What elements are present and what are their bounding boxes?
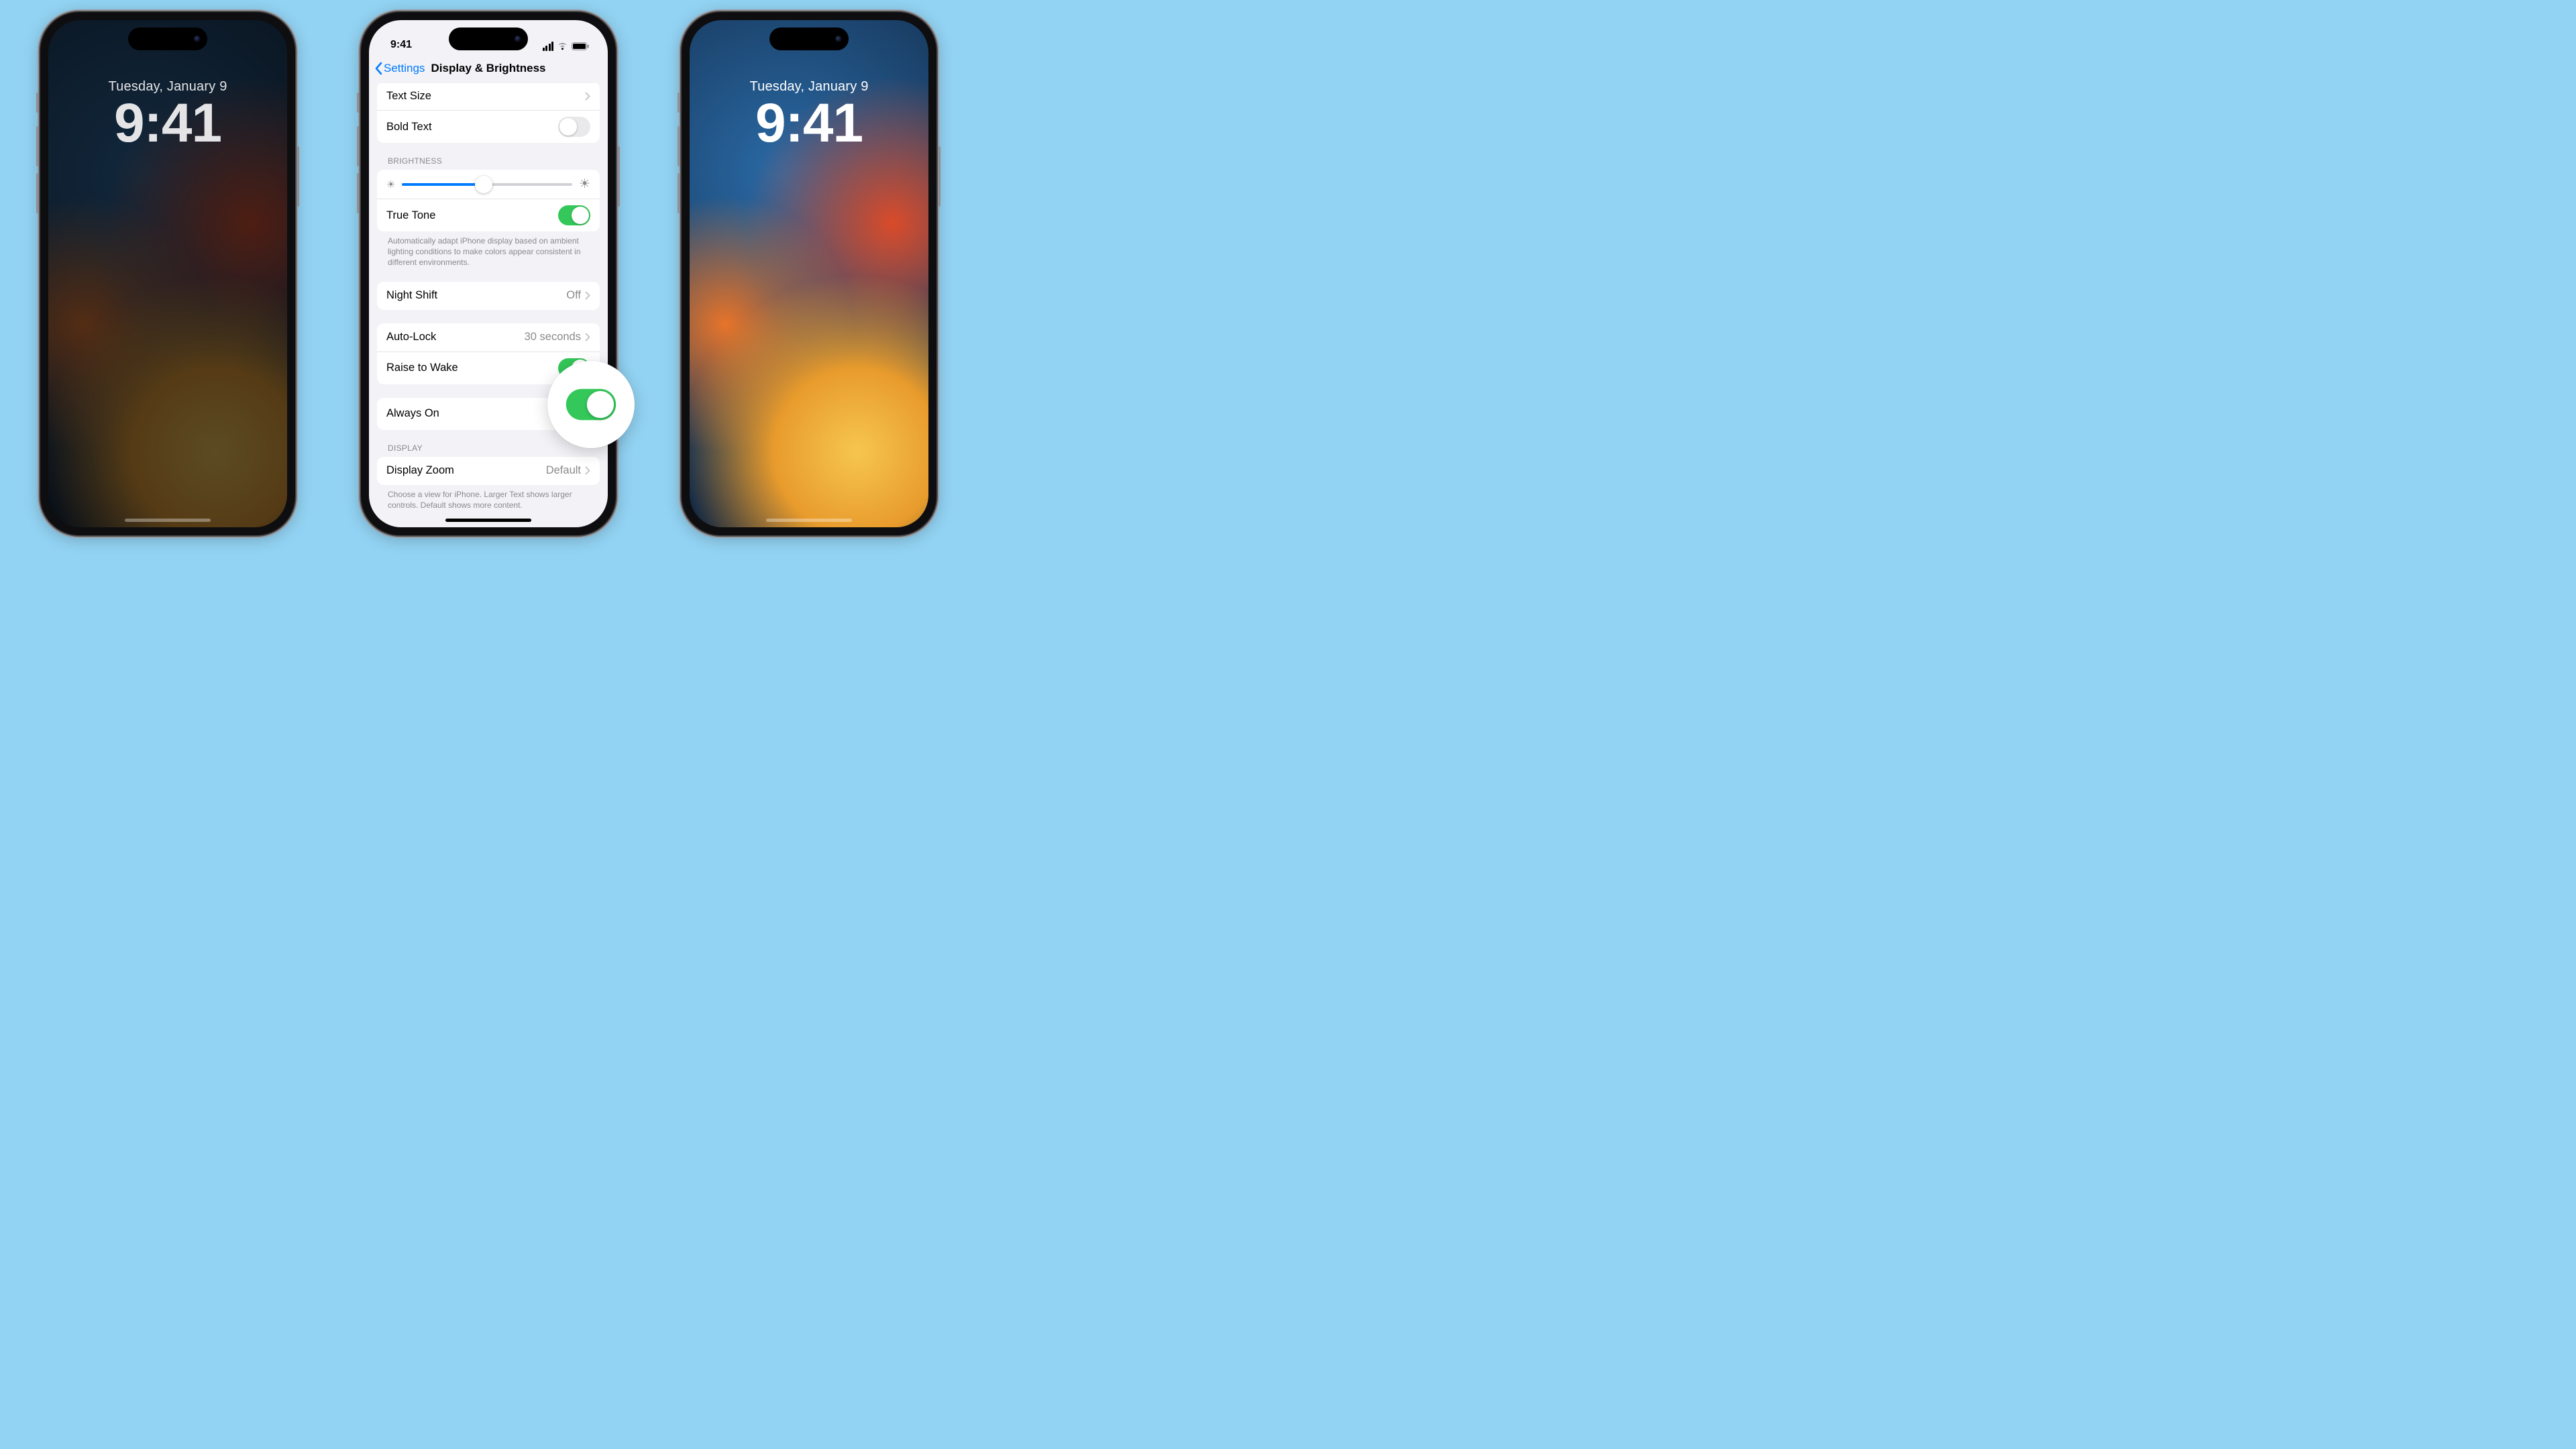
text-size-row[interactable]: Text Size bbox=[377, 83, 600, 110]
display-zoom-row[interactable]: Display Zoom Default bbox=[377, 457, 600, 485]
bold-text-toggle[interactable] bbox=[558, 117, 590, 137]
display-zoom-label: Display Zoom bbox=[386, 464, 546, 477]
true-tone-toggle[interactable] bbox=[558, 205, 590, 225]
lock-screen-time: 9:41 bbox=[48, 96, 287, 151]
auto-lock-label: Auto-Lock bbox=[386, 331, 525, 343]
nav-bar: Settings Display & Brightness bbox=[369, 54, 608, 83]
home-indicator[interactable] bbox=[445, 519, 531, 522]
brightness-slider[interactable] bbox=[402, 183, 572, 186]
chevron-right-icon bbox=[585, 92, 590, 101]
phone-center-settings: 9:41 Settings Display & Brightness bbox=[361, 12, 616, 535]
status-time: 9:41 bbox=[390, 39, 412, 51]
lock-screen-time: 9:41 bbox=[690, 96, 928, 151]
phone-left-always-on: Tuesday, January 9 9:41 bbox=[40, 12, 295, 535]
text-size-label: Text Size bbox=[386, 90, 585, 103]
true-tone-row: True Tone bbox=[377, 199, 600, 231]
always-on-toggle-zoomed[interactable] bbox=[566, 389, 616, 421]
chevron-right-icon bbox=[585, 333, 590, 341]
page-title: Display & Brightness bbox=[431, 62, 546, 75]
night-shift-value: Off bbox=[566, 289, 581, 302]
chevron-left-icon bbox=[374, 62, 382, 75]
dynamic-island bbox=[449, 28, 528, 50]
brightness-slider-thumb[interactable] bbox=[475, 176, 492, 193]
bold-text-label: Bold Text bbox=[386, 121, 558, 133]
bold-text-row: Bold Text bbox=[377, 110, 600, 143]
lock-screen: Tuesday, January 9 9:41 bbox=[690, 20, 928, 527]
chevron-right-icon bbox=[585, 291, 590, 300]
auto-lock-value: 30 seconds bbox=[525, 331, 581, 343]
brightness-section-header: BRIGHTNESS bbox=[377, 156, 600, 170]
dynamic-island bbox=[769, 28, 849, 50]
battery-icon bbox=[572, 42, 589, 50]
settings-display-brightness-screen: 9:41 Settings Display & Brightness bbox=[369, 20, 608, 527]
display-zoom-value: Default bbox=[546, 464, 581, 477]
back-label: Settings bbox=[384, 62, 425, 75]
always-on-toggle-zoom-callout bbox=[547, 361, 635, 448]
sun-low-icon: ☀︎ bbox=[386, 178, 395, 191]
cellular-signal-icon bbox=[543, 42, 554, 51]
chevron-right-icon bbox=[585, 466, 590, 475]
wifi-icon bbox=[557, 42, 568, 50]
back-button[interactable]: Settings bbox=[374, 62, 425, 75]
night-shift-row[interactable]: Night Shift Off bbox=[377, 282, 600, 310]
brightness-slider-row: ☀︎ ☀︎ bbox=[377, 170, 600, 199]
phone-right-lockscreen: Tuesday, January 9 9:41 bbox=[682, 12, 936, 535]
brightness-slider-fill bbox=[402, 183, 484, 186]
lock-screen-dimmed: Tuesday, January 9 9:41 bbox=[48, 20, 287, 527]
always-on-label: Always On bbox=[386, 407, 558, 420]
home-indicator[interactable] bbox=[125, 519, 211, 522]
night-shift-label: Night Shift bbox=[386, 289, 566, 302]
sun-high-icon: ☀︎ bbox=[579, 176, 590, 192]
true-tone-label: True Tone bbox=[386, 209, 558, 222]
raise-to-wake-label: Raise to Wake bbox=[386, 362, 558, 374]
home-indicator[interactable] bbox=[766, 519, 852, 522]
true-tone-footer: Automatically adapt iPhone display based… bbox=[377, 231, 600, 268]
display-zoom-footer: Choose a view for iPhone. Larger Text sh… bbox=[377, 485, 600, 511]
auto-lock-row[interactable]: Auto-Lock 30 seconds bbox=[377, 323, 600, 352]
dynamic-island bbox=[128, 28, 207, 50]
display-section-header: DISPLAY bbox=[377, 443, 600, 457]
